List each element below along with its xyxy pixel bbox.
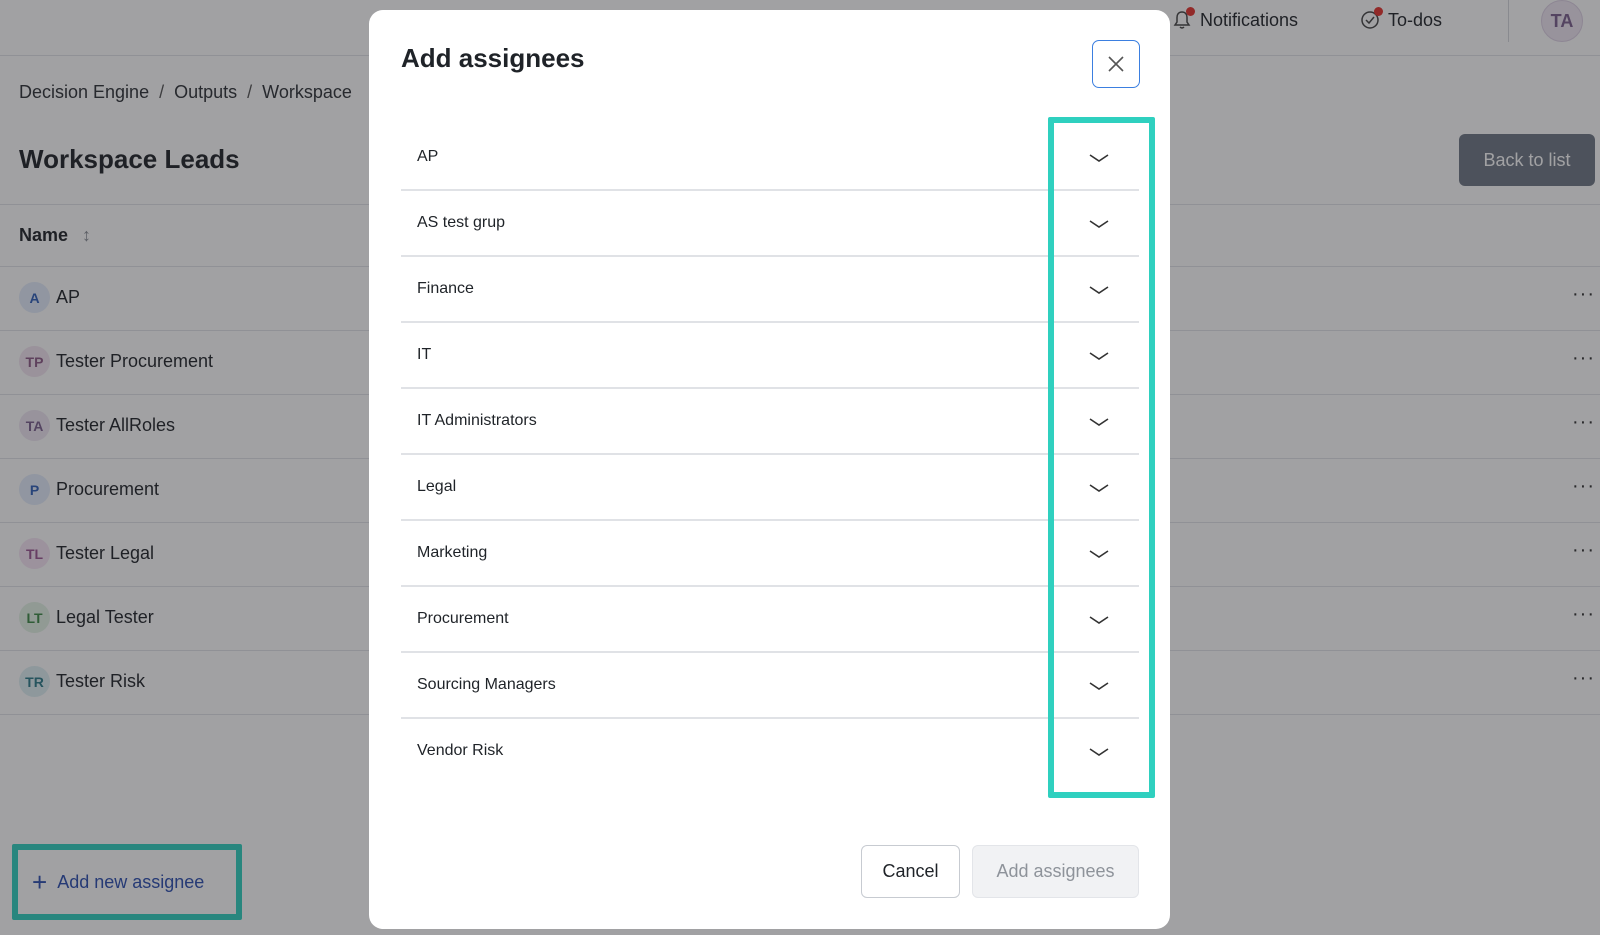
group-label: IT	[417, 346, 432, 363]
group-list: AP AS test grup Finance IT IT Administrators…	[401, 125, 1139, 785]
chevron-down-icon[interactable]	[1087, 613, 1111, 627]
group-row[interactable]: AS test grup	[401, 191, 1139, 257]
add-assignees-modal: Add assignees AP AS test grup Finance IT IT …	[369, 10, 1170, 929]
group-label: Finance	[417, 280, 474, 297]
chevron-down-icon[interactable]	[1087, 415, 1111, 429]
group-label: Marketing	[417, 544, 488, 561]
cancel-button[interactable]: Cancel	[861, 845, 960, 898]
chevron-down-icon[interactable]	[1087, 547, 1111, 561]
close-icon	[1108, 56, 1124, 72]
chevron-down-icon[interactable]	[1087, 349, 1111, 363]
group-row[interactable]: Finance	[401, 257, 1139, 323]
group-label: Vendor Risk	[417, 742, 504, 759]
chevron-down-icon[interactable]	[1087, 151, 1111, 165]
group-row[interactable]: Vendor Risk	[401, 719, 1139, 785]
close-button[interactable]	[1092, 40, 1140, 88]
chevron-down-icon[interactable]	[1087, 217, 1111, 231]
chevron-down-icon[interactable]	[1087, 745, 1111, 759]
chevron-down-icon[interactable]	[1087, 283, 1111, 297]
group-label: Sourcing Managers	[417, 676, 556, 693]
group-label: AP	[417, 148, 439, 165]
chevron-down-icon[interactable]	[1087, 679, 1111, 693]
group-row[interactable]: Legal	[401, 455, 1139, 521]
group-label: IT Administrators	[417, 412, 537, 429]
group-row[interactable]: Marketing	[401, 521, 1139, 587]
add-assignees-button[interactable]: Add assignees	[972, 845, 1139, 898]
group-label: Procurement	[417, 610, 509, 627]
group-row[interactable]: IT Administrators	[401, 389, 1139, 455]
group-row[interactable]: Sourcing Managers	[401, 653, 1139, 719]
group-row[interactable]: Procurement	[401, 587, 1139, 653]
chevron-down-icon[interactable]	[1087, 481, 1111, 495]
modal-title: Add assignees	[401, 43, 585, 73]
group-label: AS test grup	[417, 214, 506, 231]
group-row[interactable]: AP	[401, 125, 1139, 191]
group-row[interactable]: IT	[401, 323, 1139, 389]
group-label: Legal	[417, 478, 457, 495]
